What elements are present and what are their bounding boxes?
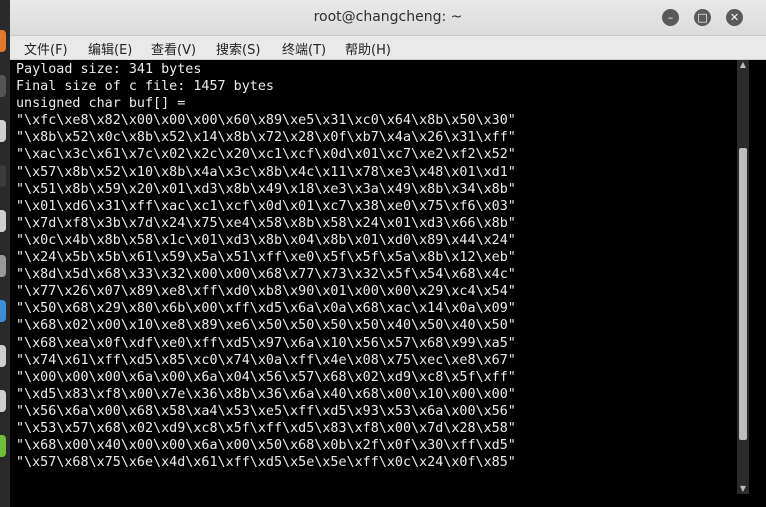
menu-file[interactable]: 文件(F)	[24, 39, 68, 58]
scrollbar-thumb[interactable]	[739, 148, 747, 440]
terminal-line: Payload size: 341 bytes	[16, 62, 202, 77]
terminal-line: "\x57\x8b\x52\x10\x8b\x4a\x3c\x8b\x4c\x1…	[16, 164, 516, 180]
terminal-line: "\x77\x26\x07\x89\xe8\xff\xd0\xb8\x90\x0…	[16, 284, 516, 300]
terminal-line: "\x00\x00\x00\x6a\x00\x6a\x04\x56\x57\x6…	[16, 369, 516, 385]
terminal-line: "\x50\x68\x29\x80\x6b\x00\xff\xd5\x6a\x0…	[16, 301, 516, 317]
dock-app-icon[interactable]	[0, 435, 6, 457]
terminal-output[interactable]: Payload size: 341 bytes Final size of c f…	[16, 61, 736, 501]
minimize-button[interactable]: –	[662, 9, 679, 26]
terminal-line: "\x24\x5b\x5b\x61\x59\x5a\x51\xff\xe0\x5…	[16, 250, 516, 266]
desktop-dock	[0, 0, 10, 507]
window-title: root@changcheng: ~	[313, 9, 463, 25]
maximize-button[interactable]: □	[694, 9, 711, 26]
dock-terminal-icon[interactable]	[0, 75, 6, 97]
scroll-up-arrow-icon[interactable]: ▲	[737, 60, 749, 70]
menu-edit[interactable]: 编辑(E)	[88, 39, 132, 58]
terminal-line: "\x01\xd6\x31\xff\xac\xc1\xcf\x0d\x01\xc…	[16, 198, 516, 214]
terminal-line: "\x56\x6a\x00\x68\x58\xa4\x53\xe5\xff\xd…	[16, 403, 516, 419]
scrollbar[interactable]: ▲ ▼	[737, 60, 749, 494]
terminal-line: "\x0c\x4b\x8b\x58\x1c\x01\xd3\x8b\x04\x8…	[16, 232, 516, 248]
dock-app-icon[interactable]	[0, 390, 6, 412]
terminal-line: "\x7d\xf8\x3b\x7d\x24\x75\xe4\x58\x8b\x5…	[16, 215, 516, 231]
terminal-line: "\x68\x02\x00\x10\xe8\x89\xe6\x50\x50\x5…	[16, 318, 516, 334]
terminal-line: "\x8b\x52\x0c\x8b\x52\x14\x8b\x72\x28\x0…	[16, 130, 516, 146]
menu-help[interactable]: 帮助(H)	[345, 39, 391, 58]
terminal-line: "\xd5\x83\xf8\x00\x7e\x36\x8b\x36\x6a\x4…	[16, 386, 516, 402]
terminal-line: unsigned char buf[] =	[16, 96, 186, 112]
dock-app-icon[interactable]	[0, 165, 6, 187]
terminal-line: "\x74\x61\xff\xd5\x85\xc0\x74\x0a\xff\x4…	[16, 352, 516, 368]
menu-view[interactable]: 查看(V)	[151, 39, 196, 58]
dock-app-icon[interactable]	[0, 210, 6, 232]
terminal-line: "\x8d\x5d\x68\x33\x32\x00\x00\x68\x77\x7…	[16, 267, 516, 283]
terminal-line: "\x68\xea\x0f\xdf\xe0\xff\xd5\x97\x6a\x1…	[16, 335, 516, 351]
dock-app-icon[interactable]	[0, 120, 6, 142]
terminal-line: "\x53\x57\x68\x02\xd9\xc8\x5f\xff\xd5\x8…	[16, 420, 516, 436]
terminal-line: "\x57\x68\x75\x6e\x4d\x61\xff\xd5\x5e\x5…	[16, 455, 516, 471]
dock-app-icon[interactable]	[0, 300, 6, 322]
dock-app-icon[interactable]	[0, 255, 6, 277]
terminal-line: "\xfc\xe8\x82\x00\x00\x00\x60\x89\xe5\x3…	[16, 113, 516, 129]
terminal-line: "\xac\x3c\x61\x7c\x02\x2c\x20\xc1\xcf\x0…	[16, 147, 516, 163]
title-bar[interactable]: root@changcheng: ~ – □ ✕	[10, 0, 766, 36]
close-button[interactable]: ✕	[726, 9, 743, 26]
dock-app-icon[interactable]	[0, 345, 6, 367]
terminal-line: "\x68\x00\x40\x00\x00\x6a\x00\x50\x68\x0…	[16, 438, 516, 454]
menu-terminal[interactable]: 终端(T)	[282, 39, 326, 58]
terminal-window: root@changcheng: ~ – □ ✕ 文件(F) 编辑(E) 查看(…	[10, 0, 766, 507]
terminal-line: "\x51\x8b\x59\x20\x01\xd3\x8b\x49\x18\xe…	[16, 181, 516, 197]
menu-search[interactable]: 搜索(S)	[216, 39, 260, 58]
dock-app-icon[interactable]	[0, 30, 6, 52]
scroll-down-arrow-icon[interactable]: ▼	[737, 484, 749, 494]
terminal-line: Final size of c file: 1457 bytes	[16, 79, 274, 95]
menu-bar: 文件(F) 编辑(E) 查看(V) 搜索(S) 终端(T) 帮助(H)	[10, 36, 766, 60]
